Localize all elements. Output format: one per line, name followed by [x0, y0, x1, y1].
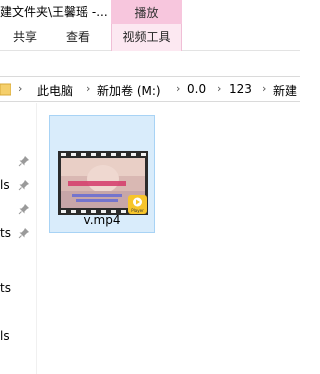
tab-view[interactable]: 查看 — [54, 24, 102, 51]
tab-share[interactable]: 共享 — [0, 24, 50, 51]
file-item-v-mp4[interactable]: Player v.mp4 — [49, 115, 155, 233]
tab-video-tools-label: 视频工具 — [122, 30, 171, 44]
breadcrumb-chevron-icon[interactable]: › — [18, 82, 22, 95]
tab-play-label: 播放 — [134, 6, 159, 20]
breadcrumb-drive[interactable]: 新加卷 (M:) — [97, 82, 161, 99]
nav-item-label[interactable]: ls — [0, 178, 10, 192]
breadcrumb-folder-123[interactable]: 123 — [229, 82, 252, 96]
tab-share-label: 共享 — [12, 30, 37, 44]
breadcrumb-folder-00[interactable]: 0.0 — [187, 82, 206, 96]
nav-item-label[interactable]: ls — [0, 329, 10, 343]
pane-divider[interactable] — [36, 103, 37, 374]
breadcrumb-this-pc[interactable]: 此电脑 — [37, 82, 73, 99]
player-badge-icon: Player — [128, 195, 147, 214]
navigation-pane: ls ts ts ls — [0, 103, 36, 374]
pin-icon[interactable] — [18, 203, 30, 215]
pin-icon[interactable] — [18, 179, 30, 191]
video-thumbnail-icon: Player — [58, 151, 148, 215]
breadcrumb-chevron-icon[interactable]: › — [176, 82, 180, 95]
nav-item-label[interactable]: ts — [0, 226, 11, 240]
pin-icon[interactable] — [18, 155, 30, 167]
window-title: 建文件夹\王馨瑶 -... — [0, 5, 108, 19]
folder-icon — [0, 83, 11, 96]
address-bar[interactable]: › 此电脑 › 新加卷 (M:) › 0.0 › 123 › 新建 — [0, 76, 300, 102]
tab-view-label: 查看 — [65, 30, 90, 44]
tab-play-context[interactable]: 播放 — [111, 0, 182, 24]
breadcrumb-chevron-icon[interactable]: › — [217, 82, 221, 95]
file-name: v.mp4 — [83, 213, 121, 227]
pin-icon[interactable] — [18, 227, 30, 239]
ribbon-tabs: 共享 查看 视频工具 — [0, 24, 300, 51]
nav-item-label[interactable]: ts — [0, 281, 11, 295]
breadcrumb-folder-new[interactable]: 新建 — [273, 82, 297, 99]
tab-video-tools[interactable]: 视频工具 — [111, 24, 182, 51]
breadcrumb-chevron-icon[interactable]: › — [86, 82, 90, 95]
breadcrumb-chevron-icon[interactable]: › — [262, 82, 266, 95]
